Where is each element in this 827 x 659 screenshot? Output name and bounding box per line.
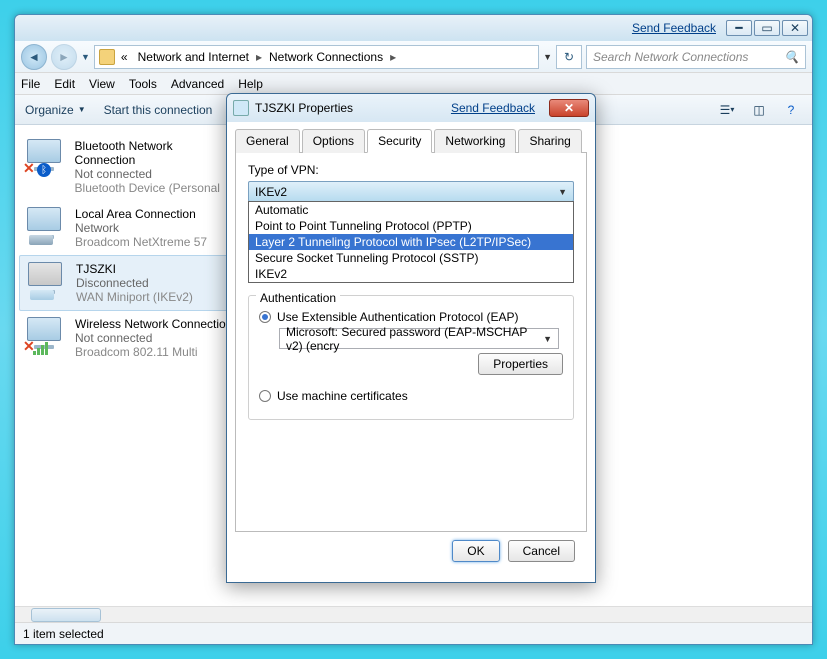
menu-file[interactable]: File xyxy=(21,77,40,91)
vpn-option-ikev2[interactable]: IKEv2 xyxy=(249,266,573,282)
chevron-right-icon[interactable]: ▸ xyxy=(389,45,397,69)
tab-security[interactable]: Security xyxy=(367,129,432,153)
vpn-option-l2tp[interactable]: Layer 2 Tunneling Protocol with IPsec (L… xyxy=(249,234,573,250)
send-feedback-link[interactable]: Send Feedback xyxy=(632,21,716,35)
tab-sharing[interactable]: Sharing xyxy=(518,129,581,153)
preview-pane-button[interactable]: ◫ xyxy=(748,99,770,121)
vpn-option-pptp[interactable]: Point to Point Tunneling Protocol (PPTP) xyxy=(249,218,573,234)
dialog-icon xyxy=(233,100,249,116)
vpn-option-automatic[interactable]: Automatic xyxy=(249,202,573,218)
dialog-titlebar: TJSZKI Properties Send Feedback ✕ xyxy=(227,94,595,122)
dialog-send-feedback-link[interactable]: Send Feedback xyxy=(451,101,535,115)
search-icon[interactable]: 🔍 xyxy=(784,50,799,64)
radio-eap-row[interactable]: Use Extensible Authentication Protocol (… xyxy=(259,310,563,324)
chevron-right-icon[interactable]: ▸ xyxy=(255,45,263,69)
dialog-button-row: OK Cancel xyxy=(235,532,587,574)
dialog-body: General Options Security Networking Shar… xyxy=(227,122,595,582)
folder-icon xyxy=(99,49,115,65)
eap-method-combo[interactable]: Microsoft: Secured password (EAP-MSCHAP … xyxy=(279,328,559,349)
dialog-close-button[interactable]: ✕ xyxy=(549,99,589,117)
authentication-group: Use Extensible Authentication Protocol (… xyxy=(248,295,574,420)
wifi-icon: ✕ xyxy=(23,317,67,355)
conn-device: Broadcom 802.11 Multi xyxy=(75,345,232,359)
close-button[interactable]: ✕ xyxy=(782,20,808,36)
status-bar: 1 item selected xyxy=(15,622,812,644)
chevron-down-icon: ▼ xyxy=(558,187,567,197)
menu-tools[interactable]: Tools xyxy=(129,77,157,91)
radio-eap-label: Use Extensible Authentication Protocol (… xyxy=(277,310,518,324)
combo-value: IKEv2 xyxy=(255,185,287,199)
menu-view[interactable]: View xyxy=(89,77,115,91)
conn-status: Not connected xyxy=(75,331,232,345)
connection-bluetooth[interactable]: ✕ᛒ Bluetooth Network Connection Not conn… xyxy=(19,133,239,201)
tab-page-security: Type of VPN: IKEv2 ▼ Automatic Point to … xyxy=(235,153,587,532)
connection-lan[interactable]: Local Area Connection Network Broadcom N… xyxy=(19,201,239,255)
menu-bar: File Edit View Tools Advanced Help xyxy=(15,73,812,95)
back-button[interactable]: ◄ xyxy=(21,44,47,70)
bluetooth-icon: ✕ᛒ xyxy=(23,139,67,177)
minimize-button[interactable]: ━ xyxy=(726,20,752,36)
vpn-type-dropdown-list: Automatic Point to Point Tunneling Proto… xyxy=(248,201,574,283)
conn-device: Broadcom NetXtreme 57 xyxy=(75,235,207,249)
conn-device: Bluetooth Device (Personal xyxy=(75,181,235,195)
views-button[interactable]: ☰▾ xyxy=(716,99,738,121)
scrollbar-thumb[interactable] xyxy=(31,608,101,622)
tab-options[interactable]: Options xyxy=(302,129,365,153)
breadcrumb-dropdown[interactable]: ▼ xyxy=(543,52,552,62)
search-placeholder: Search Network Connections xyxy=(593,50,748,64)
radio-cert-label: Use machine certificates xyxy=(277,389,408,403)
radio-cert-row[interactable]: Use machine certificates xyxy=(259,389,563,403)
conn-device: WAN Miniport (IKEv2) xyxy=(76,290,193,304)
ok-button[interactable]: OK xyxy=(452,540,499,562)
conn-status: Not connected xyxy=(75,167,235,181)
menu-help[interactable]: Help xyxy=(238,77,263,91)
type-of-vpn-label: Type of VPN: xyxy=(248,163,574,177)
cancel-button[interactable]: Cancel xyxy=(508,540,575,562)
tab-strip: General Options Security Networking Shar… xyxy=(235,128,587,153)
properties-dialog: TJSZKI Properties Send Feedback ✕ Genera… xyxy=(226,93,596,583)
conn-name: Bluetooth Network Connection xyxy=(75,139,235,167)
eap-properties-button[interactable]: Properties xyxy=(478,353,563,375)
conn-name: Wireless Network Connection xyxy=(75,317,232,331)
tab-networking[interactable]: Networking xyxy=(434,129,516,153)
conn-name: TJSZKI xyxy=(76,262,193,276)
window-titlebar: Send Feedback ━ ▭ ✕ xyxy=(15,15,812,41)
search-input[interactable]: Search Network Connections 🔍 xyxy=(586,45,806,69)
breadcrumb-bar[interactable]: « Network and Internet ▸ Network Connect… xyxy=(94,45,539,69)
forward-button[interactable]: ► xyxy=(51,44,77,70)
horizontal-scrollbar[interactable] xyxy=(15,606,812,622)
connection-wireless[interactable]: ✕ Wireless Network Connection Not connec… xyxy=(19,311,239,365)
vpn-option-sstp[interactable]: Secure Socket Tunneling Protocol (SSTP) xyxy=(249,250,573,266)
conn-status: Network xyxy=(75,221,207,235)
dialog-title: TJSZKI Properties xyxy=(255,101,353,115)
vpn-type-combo[interactable]: IKEv2 ▼ xyxy=(248,181,574,202)
help-button[interactable]: ? xyxy=(780,99,802,121)
organize-menu[interactable]: Organize▼ xyxy=(25,103,86,117)
refresh-button[interactable]: ↻ xyxy=(556,45,582,69)
radio-machine-certificates[interactable] xyxy=(259,390,271,402)
eap-method-value: Microsoft: Secured password (EAP-MSCHAP … xyxy=(286,325,543,353)
menu-edit[interactable]: Edit xyxy=(54,77,75,91)
tab-general[interactable]: General xyxy=(235,129,300,153)
conn-name: Local Area Connection xyxy=(75,207,207,221)
start-connection-button[interactable]: Start this connection xyxy=(104,103,213,117)
maximize-button[interactable]: ▭ xyxy=(754,20,780,36)
nav-row: ◄ ► ▼ « Network and Internet ▸ Network C… xyxy=(15,41,812,73)
vpn-icon xyxy=(24,262,68,300)
connection-vpn-selected[interactable]: TJSZKI Disconnected WAN Miniport (IKEv2) xyxy=(19,255,239,311)
authentication-group-label: Authentication xyxy=(256,291,340,305)
radio-eap[interactable] xyxy=(259,311,271,323)
chevron-down-icon: ▼ xyxy=(543,334,552,344)
breadcrumb-item-1[interactable]: Network and Internet xyxy=(134,50,253,64)
breadcrumb-item-2[interactable]: Network Connections xyxy=(265,50,387,64)
nav-history-dropdown[interactable]: ▼ xyxy=(81,52,90,62)
status-text: 1 item selected xyxy=(23,627,104,641)
conn-status: Disconnected xyxy=(76,276,193,290)
ethernet-icon xyxy=(23,207,67,245)
menu-advanced[interactable]: Advanced xyxy=(171,77,224,91)
breadcrumb-chevrons[interactable]: « xyxy=(117,50,132,64)
